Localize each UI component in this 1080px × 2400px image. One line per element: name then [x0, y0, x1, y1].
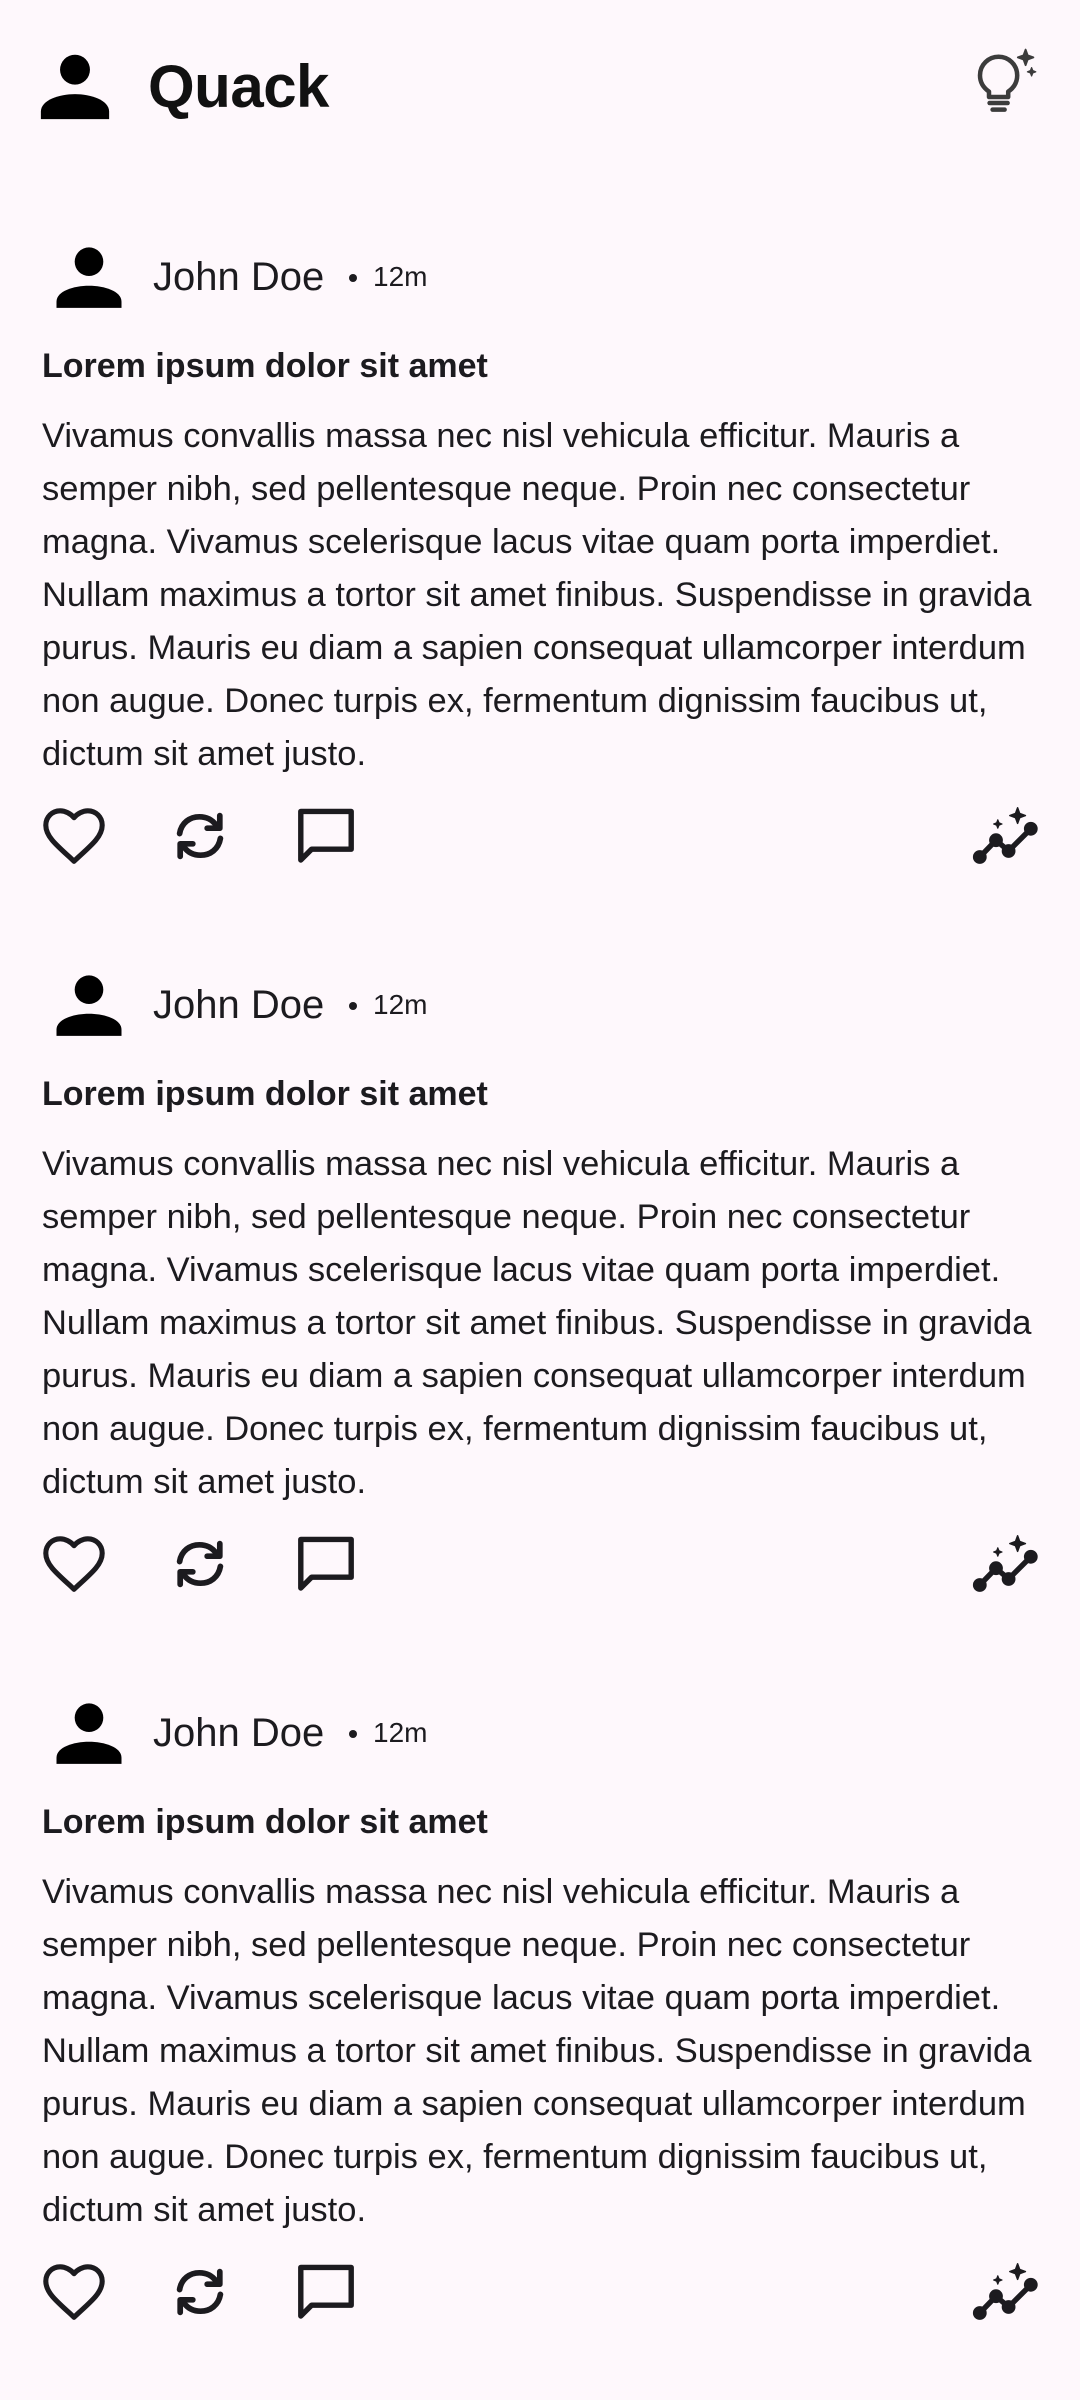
post-title: Lorem ipsum dolor sit amet [42, 1075, 488, 1113]
like-button[interactable] [38, 800, 110, 872]
insights-icon [972, 807, 1038, 864]
heart-icon [43, 808, 105, 864]
author-name[interactable]: John Doe [153, 980, 324, 1030]
repost-button[interactable] [164, 2256, 236, 2328]
separator-dot [349, 274, 357, 282]
heart-icon [43, 2264, 105, 2320]
separator-dot [349, 1730, 357, 1738]
lightbulb-sparkle-icon[interactable] [968, 46, 1040, 118]
person-icon[interactable] [36, 46, 114, 124]
post-time: 12m [373, 989, 428, 1020]
insights-button[interactable] [972, 1528, 1044, 1600]
insights-button[interactable] [972, 800, 1044, 872]
post-body: Vivamus convallis massa nec nisl vehicul… [42, 1873, 1032, 2229]
comment-button[interactable] [290, 800, 362, 872]
repost-button[interactable] [164, 800, 236, 872]
app-title: Quack [148, 53, 329, 120]
post-time: 12m [373, 261, 428, 292]
like-button[interactable] [38, 1528, 110, 1600]
repost-icon [176, 1540, 224, 1588]
repost-button[interactable] [164, 1528, 236, 1600]
insights-button[interactable] [972, 2256, 1044, 2328]
post-card[interactable]: John Doe 12m Lorem ipsum dolor sit amet … [0, 1646, 1080, 2374]
comment-button[interactable] [290, 2256, 362, 2328]
post-body: Vivamus convallis massa nec nisl vehicul… [42, 1145, 1032, 1501]
like-button[interactable] [38, 2256, 110, 2328]
comment-icon [298, 2264, 354, 2319]
author-avatar-icon[interactable] [50, 238, 128, 316]
post-card[interactable]: John Doe 12m Lorem ipsum dolor sit amet … [0, 190, 1080, 918]
post-card[interactable]: John Doe 12m Lorem ipsum dolor sit amet … [0, 918, 1080, 1646]
post-title: Lorem ipsum dolor sit amet [42, 1803, 488, 1841]
post-time: 12m [373, 1717, 428, 1748]
top-app-bar: Quack [0, 0, 1080, 170]
author-name[interactable]: John Doe [153, 252, 324, 302]
repost-icon [176, 2268, 224, 2316]
comment-icon [298, 808, 354, 863]
author-avatar-icon[interactable] [50, 966, 128, 1044]
author-name[interactable]: John Doe [153, 1708, 324, 1758]
heart-icon [43, 1536, 105, 1592]
comment-icon [298, 1536, 354, 1591]
insights-icon [972, 2263, 1038, 2320]
comment-button[interactable] [290, 1528, 362, 1600]
author-avatar-icon[interactable] [50, 1694, 128, 1772]
post-body: Vivamus convallis massa nec nisl vehicul… [42, 417, 1032, 773]
post-title: Lorem ipsum dolor sit amet [42, 347, 488, 385]
insights-icon [972, 1535, 1038, 1592]
separator-dot [349, 1002, 357, 1010]
repost-icon [176, 812, 224, 860]
